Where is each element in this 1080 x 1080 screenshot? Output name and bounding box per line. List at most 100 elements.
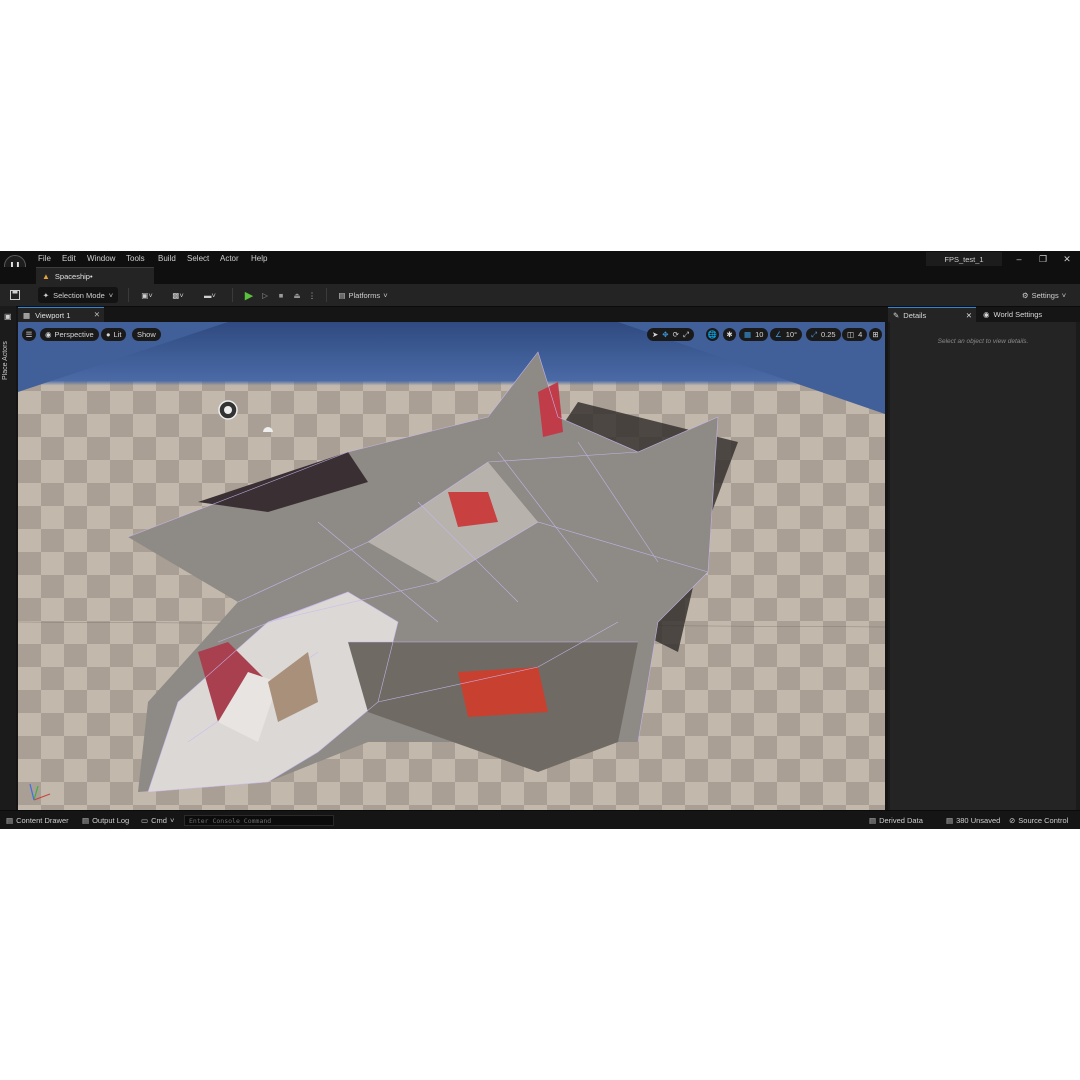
stop-button[interactable]: ■ (274, 287, 288, 303)
left-sidebar-strip: ▣ Place Actors (0, 306, 16, 810)
chevron-down-icon: ˅ (169, 816, 175, 825)
empty-details-hint: Select an object to view details. (937, 338, 1029, 345)
level-tab-label: Spaceship• (54, 271, 93, 281)
content-drawer-button[interactable]: ▤ Content Drawer (6, 814, 69, 827)
close-tab-icon[interactable]: ✕ (94, 310, 100, 319)
menu-actor[interactable]: Actor (220, 254, 239, 263)
clapperboard-icon: ▬˅ (204, 290, 216, 300)
close-window-icon[interactable]: ✕ (1060, 253, 1074, 265)
console-command-input[interactable]: Enter Console Command (184, 815, 334, 826)
eject-button[interactable]: ⏏ (290, 287, 304, 303)
level-tab-spaceship[interactable]: ▲ Spaceship• (36, 267, 154, 284)
show-button[interactable]: Show (132, 328, 161, 341)
menu-edit[interactable]: Edit (62, 254, 76, 263)
menu-help[interactable]: Help (251, 254, 267, 263)
menu-bar: U File Edit Window Tools Build Select Ac… (0, 251, 1080, 277)
translate-tool-icon[interactable]: ✥ (662, 330, 668, 339)
tab-details[interactable]: ✎ Details ✕ (888, 307, 976, 322)
main-toolbar: ✦ Selection Mode ˅ ▣˅ ▩˅ ▬˅ ▶ ▷ ■ ⏏ ⋮ ▤ … (0, 284, 1080, 307)
chevron-down-icon: ˅ (108, 290, 114, 300)
menu-window[interactable]: Window (87, 254, 115, 263)
selection-mode-dropdown[interactable]: ✦ Selection Mode ˅ (38, 287, 118, 303)
add-actor-button[interactable]: ▣˅ (136, 287, 158, 303)
play-icon: ▶ (244, 289, 254, 302)
blueprint-icon: ▩˅ (172, 290, 184, 300)
place-actors-tab[interactable]: Place Actors (2, 328, 9, 380)
perspective-button[interactable]: ◉ Perspective (40, 328, 99, 341)
project-name: FPS_test_1 (926, 252, 1002, 266)
light-actor-icon[interactable] (218, 400, 238, 420)
viewport-tab[interactable]: ▦ Viewport 1 ✕ (18, 307, 104, 322)
viewport-icon: ▦ (23, 310, 31, 320)
minimize-icon[interactable]: – (1012, 253, 1026, 265)
play-button[interactable]: ▶ (242, 287, 256, 303)
platforms-label: Platforms (348, 290, 381, 300)
source-control-button[interactable]: ⊘ Source Control (1009, 814, 1068, 827)
scale-snap-group[interactable]: ⤢ 0.25 (806, 328, 841, 341)
restore-icon[interactable]: ❐ (1036, 253, 1050, 265)
place-actors-icon[interactable]: ▣ (4, 312, 12, 321)
grid-snap-group[interactable]: ▦ 10 (739, 328, 769, 341)
select-tool-icon[interactable]: ➤ (652, 330, 658, 339)
tab-world-settings[interactable]: ◉ World Settings (978, 307, 1078, 322)
rotation-snap-value: 10° (785, 330, 798, 339)
unsaved-button[interactable]: ▤ 380 Unsaved (946, 814, 1000, 827)
output-log-label: Output Log (92, 816, 130, 825)
platforms-icon: ▤ (338, 290, 346, 300)
surface-snap-icon: ✱ (726, 330, 733, 339)
viewport-tab-label: Viewport 1 (35, 310, 71, 320)
camera-icon: ◫ (847, 330, 855, 339)
step-icon: ▷ (262, 290, 268, 300)
eject-icon: ⏏ (293, 290, 301, 300)
divider (326, 288, 327, 302)
angle-icon: ∠ (775, 330, 782, 339)
level-viewport[interactable]: ☰ ◉ Perspective ● Lit Show ➤ ✥ ⟳ ⤢ 🌐 ✱ ▦… (18, 322, 885, 810)
surface-snap-button[interactable]: ✱ (723, 328, 736, 341)
globe-icon: 🌐 (707, 330, 718, 339)
rotate-tool-icon[interactable]: ⟳ (673, 330, 679, 339)
output-log-button[interactable]: ▤ Output Log (82, 814, 129, 827)
cmd-dropdown[interactable]: ▭ Cmd ˅ (141, 814, 174, 827)
output-log-icon: ▤ (82, 816, 90, 825)
rotation-snap-group[interactable]: ∠ 10° (770, 328, 803, 341)
terminal-icon: ▭ (141, 816, 149, 825)
world-settings-tab-label: World Settings (993, 310, 1043, 319)
maximize-viewport-button[interactable]: ⊞ (869, 328, 882, 341)
perspective-icon: ◉ (45, 330, 52, 339)
menu-select[interactable]: Select (187, 254, 209, 263)
chevron-down-icon: ˅ (1061, 290, 1067, 300)
camera-speed-group[interactable]: ◫ 4 (842, 328, 868, 341)
blueprint-button[interactable]: ▩˅ (166, 287, 190, 303)
scale-snap-value: 0.25 (821, 330, 836, 339)
cinematics-button[interactable]: ▬˅ (198, 287, 222, 303)
play-options-button[interactable]: ⋮ (306, 287, 318, 303)
perspective-label: Perspective (54, 330, 94, 339)
cmd-label: Cmd (151, 816, 167, 825)
sky-light-icon[interactable] (263, 427, 273, 432)
step-button[interactable]: ▷ (258, 287, 272, 303)
menu-build[interactable]: Build (158, 254, 176, 263)
menu-tools[interactable]: Tools (126, 254, 145, 263)
selection-mode-icon: ✦ (42, 290, 50, 300)
save-icon[interactable] (8, 287, 22, 303)
settings-label: Settings (1031, 290, 1059, 300)
transform-tools: ➤ ✥ ⟳ ⤢ (647, 328, 694, 341)
derived-data-button[interactable]: ▤ Derived Data (869, 814, 923, 827)
world-space-button[interactable]: 🌐 (706, 328, 719, 341)
close-tab-icon[interactable]: ✕ (966, 311, 972, 320)
more-vertical-icon: ⋮ (308, 290, 316, 300)
grid-icon: ▦ (744, 330, 752, 339)
viewport-menu-button[interactable]: ☰ (22, 328, 36, 341)
pencil-icon: ✎ (893, 310, 900, 320)
unsaved-label: 380 Unsaved (956, 816, 1001, 825)
globe-icon: ◉ (983, 310, 990, 319)
platforms-button[interactable]: ▤ Platforms ˅ (334, 287, 392, 303)
settings-button[interactable]: ⚙ Settings ˅ (1016, 287, 1072, 303)
scale-tool-icon[interactable]: ⤢ (683, 330, 689, 340)
unsaved-icon: ▤ (946, 816, 954, 825)
unreal-editor-window: U File Edit Window Tools Build Select Ac… (0, 251, 1080, 829)
menu-file[interactable]: File (38, 254, 51, 263)
selection-mode-label: Selection Mode (53, 290, 105, 300)
lit-button[interactable]: ● Lit (101, 328, 127, 341)
show-label: Show (137, 330, 156, 339)
